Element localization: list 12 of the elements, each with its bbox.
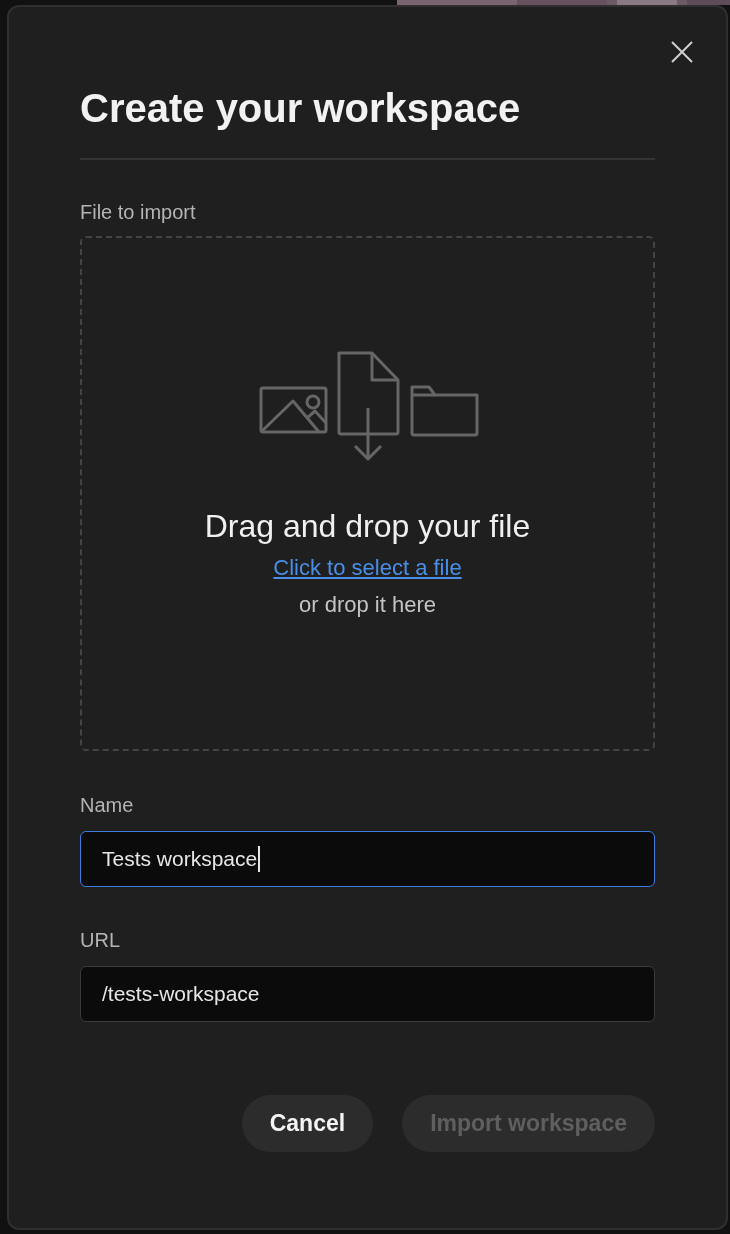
drop-hint: or drop it here (299, 592, 436, 618)
close-icon[interactable] (670, 40, 694, 64)
cancel-button[interactable]: Cancel (241, 1095, 374, 1152)
dialog-title: Create your workspace (80, 85, 521, 132)
drop-heading: Drag and drop your file (204, 507, 531, 545)
field-label: Name (80, 793, 134, 817)
select-file-link[interactable]: Click to select a file (273, 555, 462, 581)
section-label: File to import (80, 200, 196, 224)
drop-zone[interactable]: Drag and drop your file Click to select a file or drop it here (80, 236, 655, 751)
field-label: URL (80, 928, 120, 952)
input-field[interactable]: Tests workspace (80, 831, 655, 887)
input-field[interactable]: /tests-workspace (80, 966, 655, 1022)
